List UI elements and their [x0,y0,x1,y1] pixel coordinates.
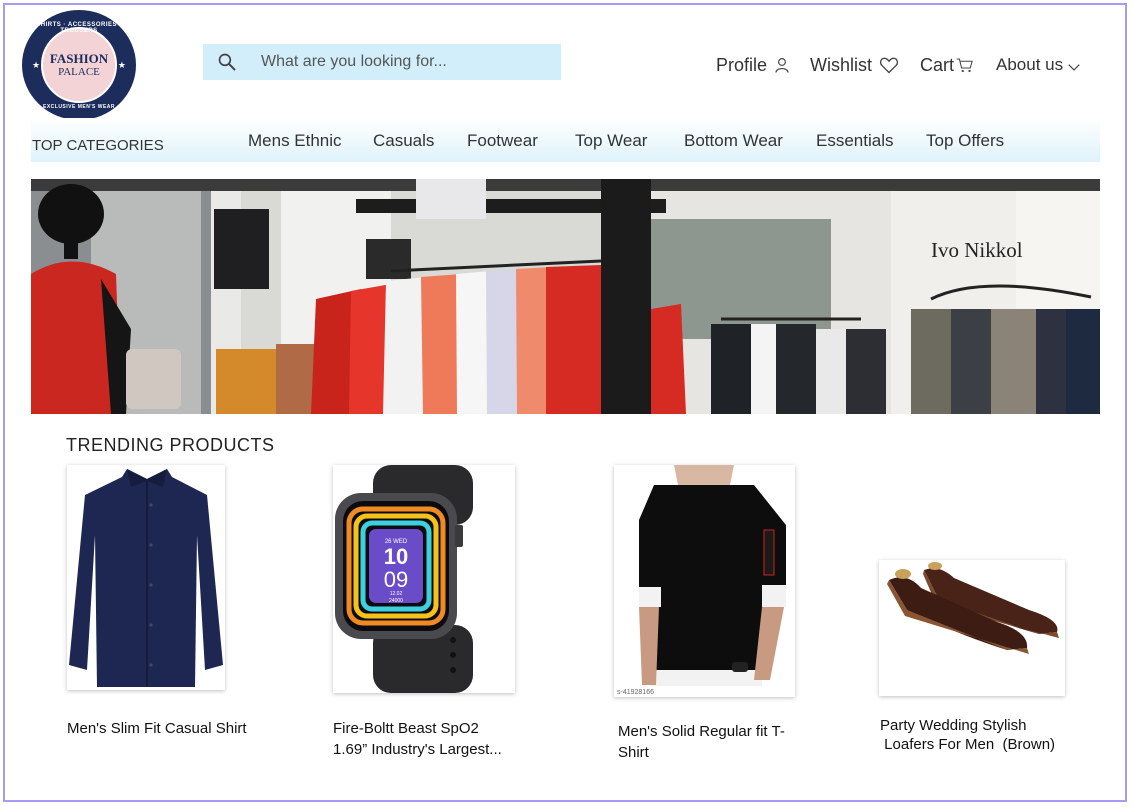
logo-tagline-bottom: EXCLUSIVE MEN'S WEAR [42,104,116,110]
product-image-tshirt[interactable]: s-41928166 [614,465,795,697]
profile-label: Profile [716,54,768,75]
product-name-line: Shirt [618,744,649,761]
logo-name: FASHION [49,51,109,66]
product-name[interactable]: Party Wedding Stylish Loafers For Men (B… [880,716,1055,754]
category-essentials[interactable]: Essentials [816,131,893,151]
wishlist-label: Wishlist [810,54,872,75]
smartwatch-image: 26 WED 10 09 12.02 24000 [333,465,515,693]
loafers-image [879,560,1065,696]
search-input[interactable] [259,52,553,72]
product-name[interactable]: Fire-Boltt Beast SpO2 1.69” Industry's L… [333,718,502,760]
shirt-image [67,465,225,690]
search-icon[interactable] [217,52,237,72]
watch-stat-1: 12.02 [390,591,403,597]
categories-bar: TOP CATEGORIES Mens Ethnic Casuals Footw… [31,118,1100,162]
categories-title: TOP CATEGORIES [32,137,164,154]
product-name-line: Fire-Boltt Beast SpO2 [333,720,479,737]
product-name-line: Party Wedding Stylish [880,717,1027,734]
category-bottom-wear[interactable]: Bottom Wear [684,131,783,151]
product-name-line: 1.69” Industry's Largest... [333,741,502,758]
product-image-loafers[interactable] [879,560,1065,696]
cart-link[interactable]: Cart [920,52,974,78]
heart-icon [879,57,899,74]
hero-banner[interactable]: Ivo Nikkol [31,179,1100,414]
about-us-label: About us [996,55,1064,74]
trending-title: TRENDING PRODUCTS [66,435,275,455]
watch-hour: 10 [384,544,408,569]
product-name[interactable]: Men's Slim Fit Casual Shirt [67,718,247,739]
cart-label: Cart [920,54,955,75]
chevron-down-icon [1068,64,1080,71]
logo-tagline-top: SHIRTS · ACCESSORIES · TROUSERS [36,22,122,34]
wishlist-link[interactable]: Wishlist [810,52,900,78]
logo-badge: FASHION PALACE [41,27,117,103]
tshirt-code: s-41928166 [617,689,654,696]
category-top-wear[interactable]: Top Wear [575,131,647,151]
product-name-line: Men's Solid Regular fit T- [618,723,785,740]
profile-link[interactable]: Profile [716,52,791,78]
about-us-dropdown[interactable]: About us [996,52,1081,78]
category-casuals[interactable]: Casuals [373,131,434,151]
brand-logo[interactable]: SHIRTS · ACCESSORIES · TROUSERS ★ FASHIO… [22,10,136,120]
product-image-watch[interactable]: 26 WED 10 09 12.02 24000 [333,465,515,693]
watch-stat-2: 24000 [389,598,403,604]
product-name[interactable]: Men's Solid Regular fit T- Shirt [618,721,785,763]
logo-star-icon: ★ [32,60,41,70]
product-image-shirt[interactable] [67,465,225,690]
search-bar[interactable] [203,44,561,80]
logo-sub: PALACE [58,66,100,78]
product-name-line: Loafers For Men (Brown) [880,736,1056,753]
product-name-line: Men's Slim Fit Casual Shirt [67,720,247,737]
cart-icon [956,58,973,73]
store-interior-image: Ivo Nikkol [31,179,1100,414]
watch-minute: 09 [384,567,408,592]
category-mens-ethnic[interactable]: Mens Ethnic [248,131,342,151]
store-sign: Ivo Nikkol [931,238,1023,262]
tshirt-image: s-41928166 [614,465,795,697]
logo-star-icon: ★ [117,60,126,70]
category-footwear[interactable]: Footwear [467,131,538,151]
category-top-offers[interactable]: Top Offers [926,131,1004,151]
user-icon [775,58,789,73]
